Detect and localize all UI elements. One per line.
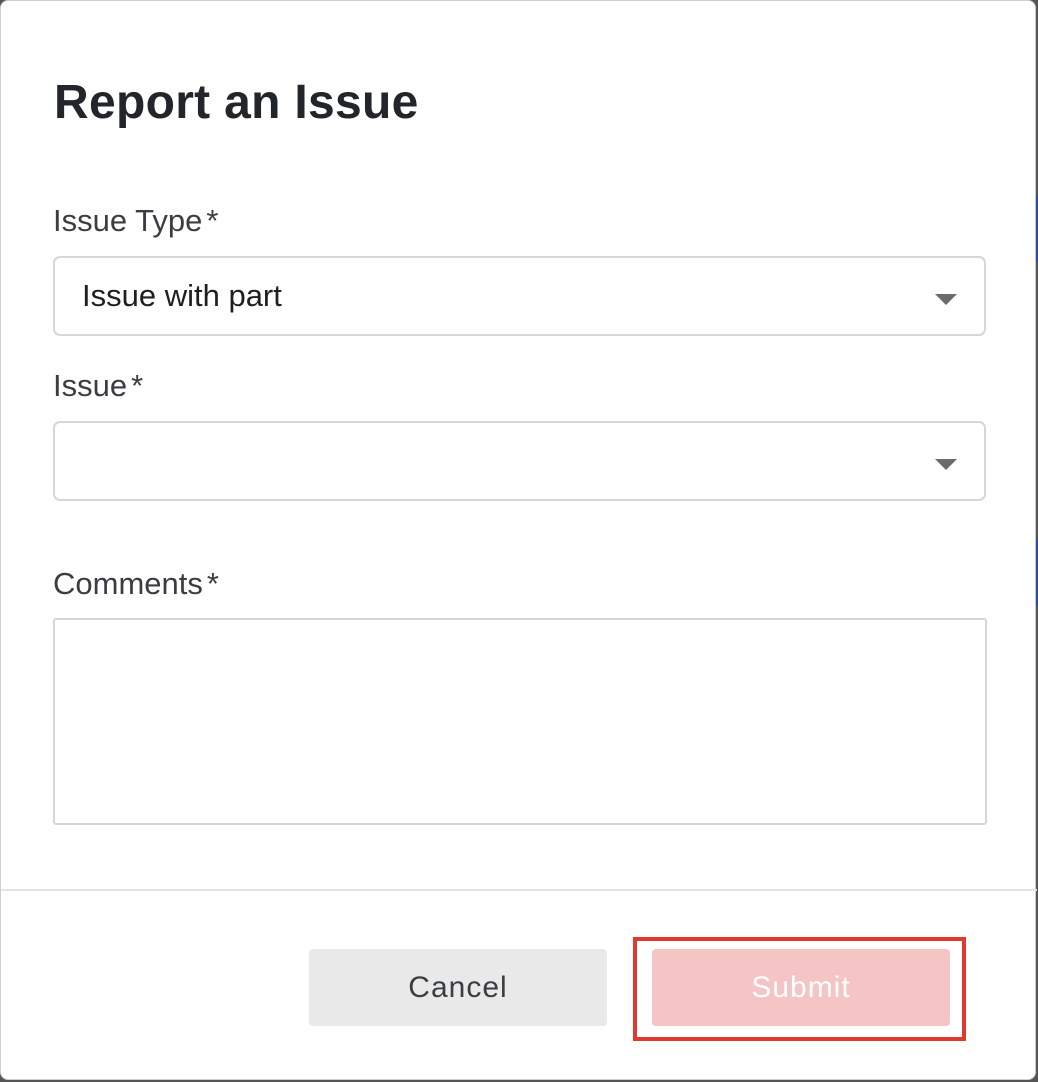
issue-label: Issue * [53, 368, 143, 404]
issue-type-label-text: Issue Type [53, 203, 203, 238]
comments-textarea[interactable] [53, 618, 987, 825]
required-marker: * [131, 368, 144, 403]
issue-label-text: Issue [53, 368, 128, 403]
issue-type-select[interactable]: Issue with part [53, 256, 986, 336]
required-marker: * [206, 566, 219, 601]
cancel-button[interactable]: Cancel [309, 949, 607, 1026]
dialog-title: Report an Issue [54, 76, 419, 129]
report-issue-dialog: Report an Issue Issue Type * Issue with p… [0, 0, 1037, 1080]
issue-type-label: Issue Type * [53, 203, 218, 239]
comments-label-text: Comments [53, 566, 203, 601]
issue-select[interactable] [53, 421, 986, 501]
issue-type-selected-value: Issue with part [82, 278, 282, 313]
comments-label: Comments * [53, 566, 219, 602]
submit-button[interactable]: Submit [652, 949, 950, 1026]
footer-divider [1, 889, 1037, 891]
required-marker: * [206, 203, 219, 238]
caret-down-icon [935, 459, 957, 470]
caret-down-icon [935, 294, 957, 305]
